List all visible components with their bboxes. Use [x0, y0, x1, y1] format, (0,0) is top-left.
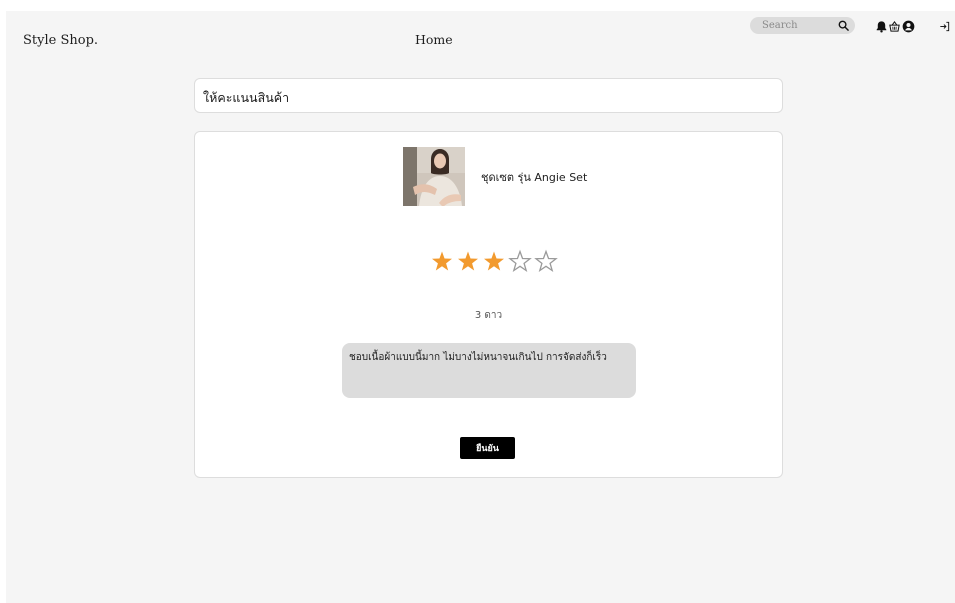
- page-title-card: ให้คะแนนสินค้า: [194, 78, 783, 113]
- search-input[interactable]: [750, 17, 834, 34]
- search-box[interactable]: [750, 17, 855, 34]
- app-frame: Style Shop. Home ให้คะแนนสินค้า: [6, 11, 955, 603]
- rating-label: 3 ดาว: [474, 310, 503, 321]
- page-title: ให้คะแนนสินค้า: [203, 90, 290, 105]
- brand-logo[interactable]: Style Shop.: [23, 33, 98, 48]
- nav-home-link[interactable]: Home: [415, 32, 453, 47]
- star-filled-icon[interactable]: [432, 251, 452, 271]
- product-name: ชุดเซต รุ่น Angie Set: [481, 171, 588, 184]
- star-filled-icon[interactable]: [484, 251, 504, 271]
- user-circle-icon[interactable]: [902, 20, 915, 33]
- star-empty-icon[interactable]: [508, 249, 532, 273]
- logout-icon[interactable]: [938, 20, 951, 33]
- star-filled-icon[interactable]: [458, 251, 478, 271]
- review-card: ชุดเซต รุ่น Angie Set 3 ดาว ชอบเนื้อผ้าแ…: [194, 131, 783, 478]
- submit-button[interactable]: ยืนยัน: [460, 437, 515, 459]
- star-empty-icon[interactable]: [534, 249, 558, 273]
- review-comment-input[interactable]: ชอบเนื้อผ้าแบบนี้มาก ไม่บางไม่หนาจนเกินไ…: [342, 343, 636, 398]
- product-image: [403, 147, 465, 206]
- bell-icon[interactable]: [875, 20, 888, 33]
- basket-icon[interactable]: [888, 20, 901, 33]
- search-icon[interactable]: [838, 20, 849, 31]
- star-rating[interactable]: [428, 248, 558, 276]
